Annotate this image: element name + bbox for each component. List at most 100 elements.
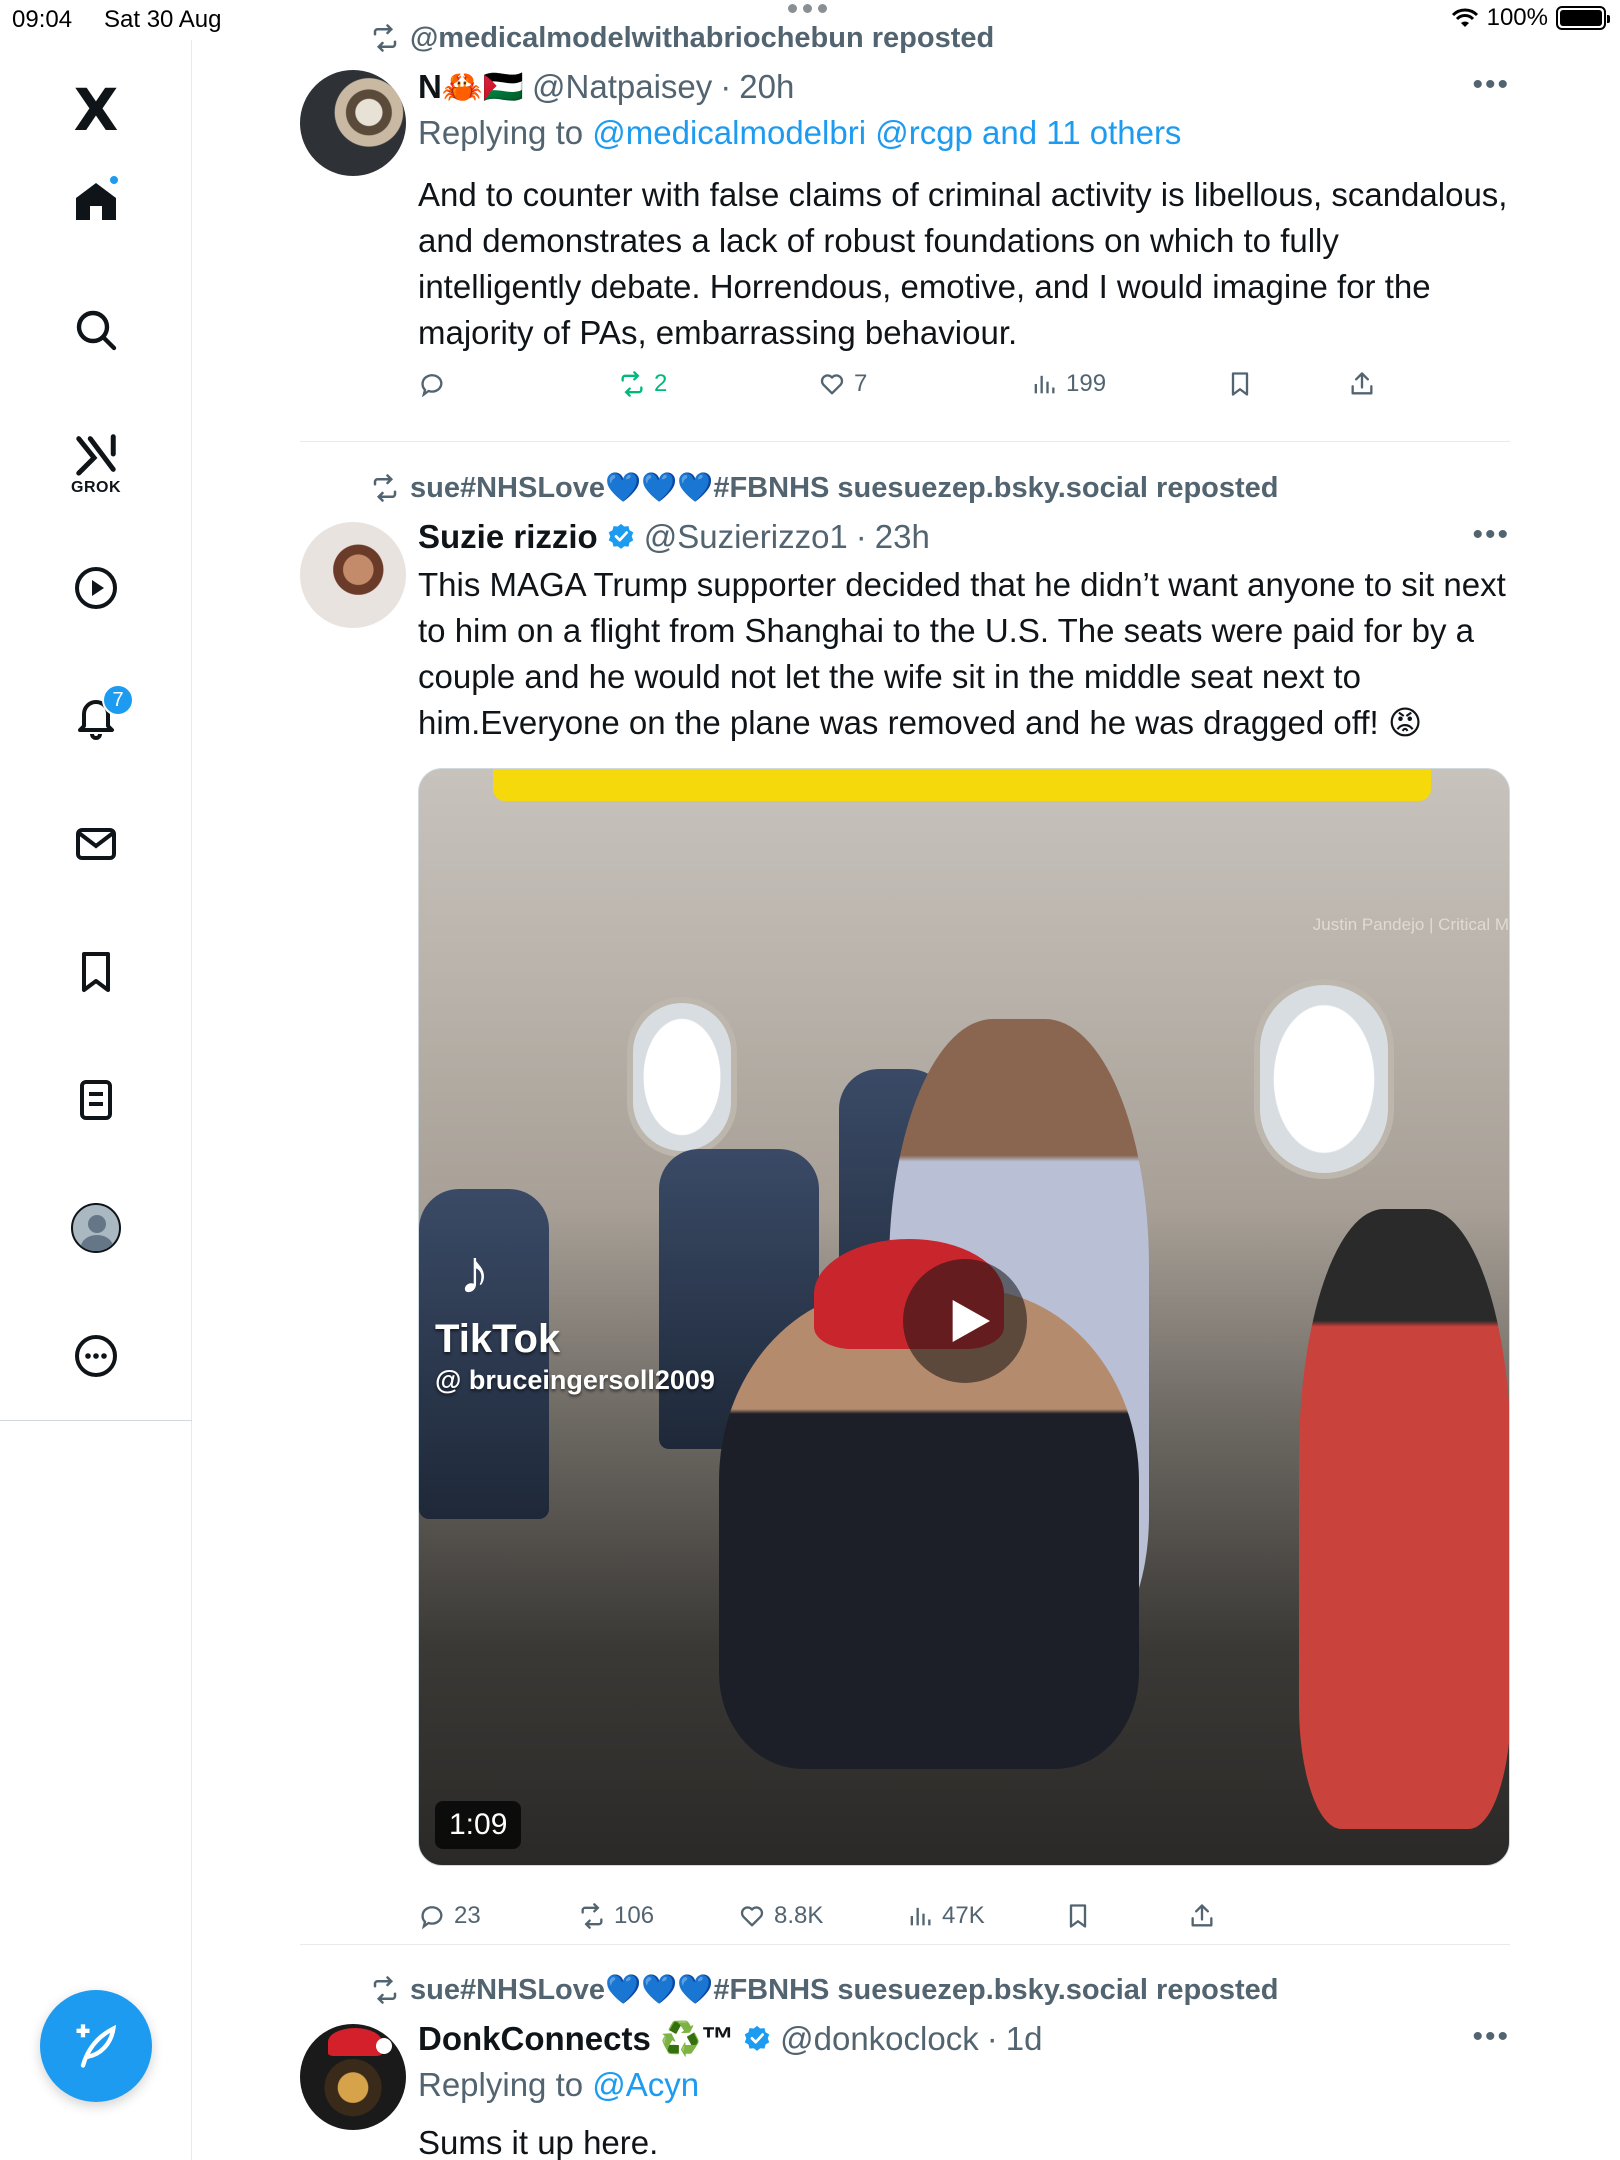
compose-button[interactable] [40, 1990, 152, 2102]
video-credit: Justin Pandejo | Critical M [1312, 915, 1509, 934]
more-options-icon[interactable]: ••• [1472, 68, 1510, 102]
view-count: 199 [1066, 370, 1107, 397]
repost-button[interactable]: 106 [578, 1902, 654, 1930]
author-row: DonkConnects ♻️™ @donkoclock · 1d [418, 2018, 1042, 2060]
nav-bookmarks[interactable] [56, 932, 136, 1012]
x-logo-text: X [73, 76, 119, 144]
nav-lists[interactable] [56, 1060, 136, 1140]
replying-to-link[interactable]: @medicalmodelbri @rcgp and 11 others [592, 114, 1181, 151]
nav-profile[interactable] [56, 1188, 136, 1268]
nav-home[interactable] [56, 162, 136, 242]
author-handle[interactable]: @Natpaisey [532, 68, 712, 106]
reply-button[interactable]: 23 [418, 1902, 481, 1930]
like-button[interactable]: 8.8K [738, 1902, 823, 1930]
more-options-icon[interactable]: ••• [1472, 2020, 1510, 2054]
time-separator: · [986, 2020, 998, 2057]
repost-indicator: sue#NHSLove💙💙💙#FBNHS suesuezep.bsky.soci… [370, 1970, 1279, 2010]
avatar[interactable] [300, 522, 406, 628]
bookmarks-icon [82, 952, 110, 992]
compose-feather-icon [76, 2024, 117, 2068]
author-name[interactable]: N🦀🇵🇸 [418, 68, 524, 107]
grok-label: GROK [71, 479, 121, 496]
santa-hat [328, 2028, 382, 2056]
repost-label[interactable]: sue#NHSLove💙💙💙#FBNHS suesuezep.bsky.soci… [410, 471, 1279, 505]
author-handle[interactable]: @donkoclock [780, 2020, 979, 2058]
timeline-feed: @medicalmodelwithabriochebun reposted N🦀… [192, 0, 1620, 2160]
nav-notifications[interactable]: 7 [56, 676, 136, 756]
status-time: 09:04 [12, 6, 73, 33]
nav-video[interactable] [56, 548, 136, 628]
repost-label[interactable]: @medicalmodelwithabriochebun reposted [410, 22, 994, 55]
repost-count: 2 [654, 370, 668, 397]
author-name[interactable]: DonkConnects ♻️™ [418, 2020, 734, 2059]
verified-badge-icon [608, 523, 633, 549]
post-time[interactable]: 20h [739, 68, 794, 106]
more-options-icon[interactable]: ••• [1472, 518, 1510, 552]
share-icon [1351, 372, 1373, 395]
share-button[interactable] [1348, 370, 1376, 398]
repost-icon [373, 474, 397, 502]
notifications-badge: 7 [102, 684, 134, 716]
reply-icon [421, 1906, 443, 1930]
reply-button[interactable] [418, 370, 446, 398]
repost-icon [373, 1976, 397, 2004]
video-icon [75, 567, 117, 609]
reply-count: 23 [454, 1902, 481, 1929]
heart-icon [820, 374, 844, 395]
replying-to-link[interactable]: @Acyn [592, 2066, 699, 2103]
x-logo[interactable]: X [56, 70, 136, 150]
author-handle[interactable]: @Suzierizzo1 [644, 518, 848, 556]
replying-to: Replying to @medicalmodelbri @rcgp and 1… [418, 114, 1181, 152]
nav-search[interactable] [56, 290, 136, 370]
tiktok-handle: @ bruceingersoll2009 [435, 1365, 715, 1395]
messages-icon [76, 828, 116, 860]
author-row: N🦀🇵🇸 @Natpaisey · 20h [418, 66, 794, 108]
time-separator: · [720, 68, 732, 105]
post[interactable]: @medicalmodelwithabriochebun reposted N🦀… [300, 18, 1510, 438]
video-player[interactable]: ♪ TikTok @ bruceingersoll2009 Justin Pan… [418, 768, 1510, 1866]
reply-icon [421, 374, 443, 398]
views-icon [910, 1907, 931, 1926]
post-text: This MAGA Trump supporter decided that h… [418, 566, 1506, 741]
tiktok-watermark: TikTok [435, 1317, 561, 1361]
post-time[interactable]: 1d [1006, 2020, 1043, 2058]
share-button[interactable] [1188, 1902, 1216, 1930]
heart-icon [740, 1906, 764, 1927]
repost-button[interactable]: 2 [618, 370, 667, 398]
bookmark-button[interactable] [1226, 370, 1254, 398]
post[interactable]: sue#NHSLove💙💙💙#FBNHS suesuezep.bsky.soci… [300, 468, 1510, 1930]
author-row: Suzie rizzio @Suzierizzo1 · 23h [418, 516, 930, 558]
nav-more[interactable] [56, 1316, 136, 1396]
views-icon [1034, 375, 1055, 394]
post-text: And to counter with false claims of crim… [418, 176, 1508, 351]
views-button[interactable]: 47K [906, 1902, 985, 1930]
nav-grok[interactable]: GROK [56, 416, 136, 512]
post-divider [300, 1944, 1510, 1945]
santa-hat-pom [376, 2038, 392, 2054]
passenger [1299, 1209, 1509, 1829]
like-button[interactable]: 7 [818, 370, 867, 398]
bookmark-button[interactable] [1064, 1902, 1092, 1930]
verified-badge-icon [744, 2025, 770, 2051]
nav-messages[interactable] [56, 804, 136, 884]
post-actions: 23 106 8.8K 47K [418, 1902, 1510, 1942]
views-button[interactable]: 199 [1030, 370, 1106, 398]
post-time[interactable]: 23h [875, 518, 930, 556]
replying-to: Replying to @Acyn [418, 2066, 699, 2104]
avatar[interactable] [300, 2024, 406, 2130]
like-count: 8.8K [774, 1902, 824, 1929]
replying-to-prefix: Replying to [418, 2066, 593, 2103]
post-text: Sums it up here. [418, 2124, 659, 2160]
author-name[interactable]: Suzie rizzio [418, 518, 598, 556]
airplane-window [627, 997, 737, 1157]
video-caption-banner [493, 769, 1431, 801]
play-button[interactable] [903, 1259, 1027, 1383]
time-separator: · [855, 518, 867, 555]
repost-indicator: @medicalmodelwithabriochebun reposted [370, 18, 994, 58]
post-divider [300, 441, 1510, 442]
grok-icon [76, 434, 116, 476]
repost-label[interactable]: sue#NHSLove💙💙💙#FBNHS suesuezep.bsky.soci… [410, 1973, 1279, 2007]
post[interactable]: sue#NHSLove💙💙💙#FBNHS suesuezep.bsky.soci… [300, 1970, 1510, 2160]
avatar[interactable] [300, 70, 406, 176]
tiktok-logo-icon: ♪ [459, 1238, 490, 1307]
